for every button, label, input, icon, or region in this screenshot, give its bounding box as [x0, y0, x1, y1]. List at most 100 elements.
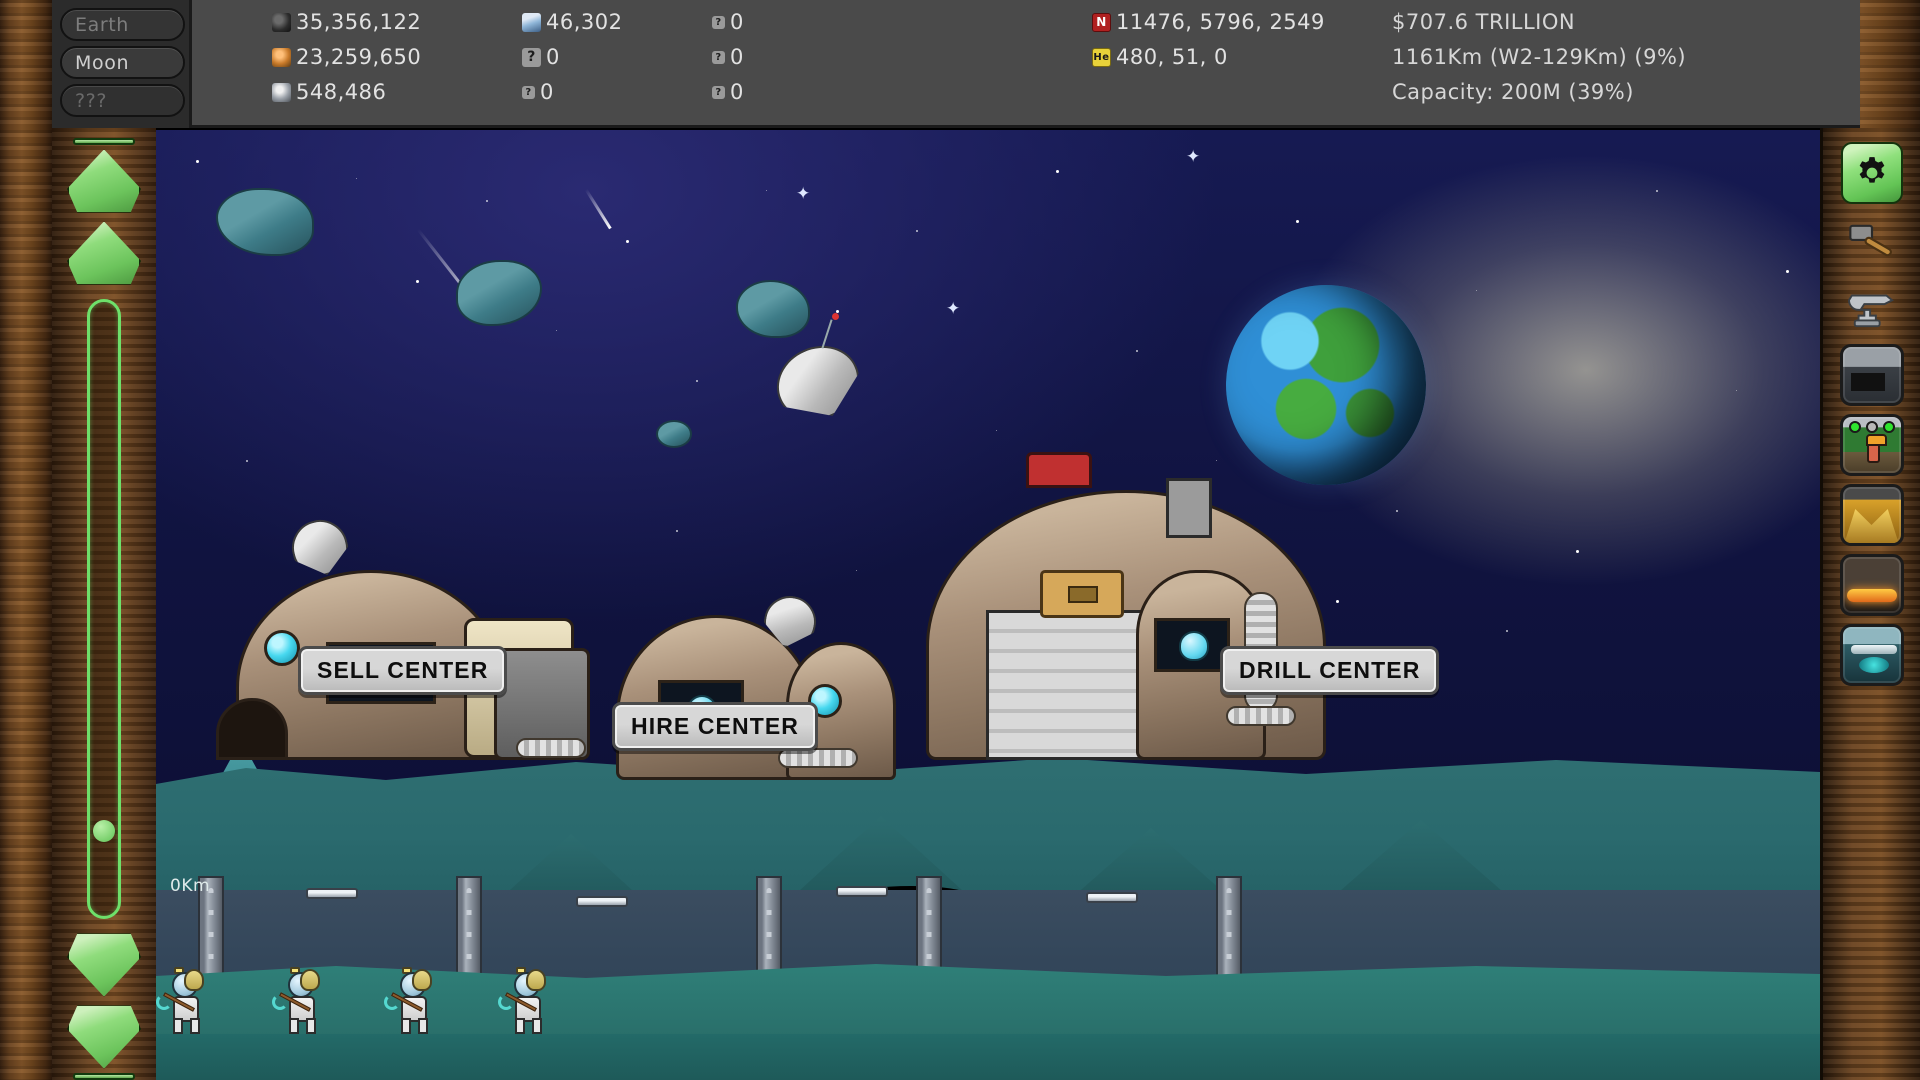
stats-column-gases: 11476, 5796, 2549 480, 51, 0	[1092, 9, 1325, 70]
planet-tab-list: Earth Moon ???	[52, 0, 192, 128]
stat-row: 11476, 5796, 2549	[1092, 9, 1325, 35]
game-viewport[interactable]: ✦ ✦ ✦ 0Km SELL CENTER HIRE CENTER DRILL …	[156, 128, 1820, 1080]
rail-cap-top	[73, 138, 135, 145]
drill-center-sign[interactable]: DRILL CENTER	[1220, 646, 1440, 695]
scroll-up-fast-button[interactable]	[67, 148, 141, 214]
unknown-resource-icon	[712, 85, 725, 99]
unknown-resource-icon	[522, 85, 535, 99]
star-sparkle-icon: ✦	[1186, 147, 1201, 166]
gem-ore-icon	[522, 12, 541, 32]
sell-center-sign[interactable]: SELL CENTER	[298, 646, 508, 695]
silver-ore-icon	[272, 82, 291, 102]
triangle-down-icon	[67, 1005, 141, 1069]
sell-center-building[interactable]	[216, 530, 590, 760]
settings-button[interactable]	[1840, 142, 1903, 204]
depth-slider-handle[interactable]	[93, 820, 115, 842]
stats-column-ores: 35,356,122 23,259,650 548,486	[272, 9, 421, 105]
stat-row: 35,356,122	[272, 9, 421, 35]
underground-layer-3	[156, 1034, 1820, 1080]
stat-value: 35,356,122	[296, 10, 422, 34]
depth-marker-label: 0Km	[170, 876, 211, 896]
unknown-resource-icon	[522, 47, 541, 67]
stat-value: 0	[546, 45, 560, 69]
status-lights	[1848, 421, 1895, 433]
drill-center-building[interactable]	[836, 452, 1396, 760]
worker-icon	[1865, 434, 1887, 463]
stat-value: 548,486	[296, 80, 387, 104]
star-sparkle-icon: ✦	[946, 299, 961, 318]
stat-value: 0	[730, 10, 744, 34]
triangle-down-icon	[67, 933, 141, 997]
stat-value: 0	[540, 80, 554, 104]
stat-row: 23,259,650	[272, 44, 421, 70]
stat-row: 0	[522, 44, 622, 70]
triangle-up-icon	[67, 149, 141, 213]
hammer-button[interactable]	[1841, 212, 1903, 270]
stat-row: 46,302	[522, 9, 622, 35]
comet-icon	[584, 188, 612, 230]
stat-value: 11476, 5796, 2549	[1116, 10, 1325, 34]
stat-row: 480, 51, 0	[1092, 44, 1325, 70]
factory-location-button[interactable]	[1839, 344, 1904, 406]
planet-tab-earth-label: Earth	[75, 13, 129, 36]
stats-column-unknown: 0 0 0	[712, 9, 744, 105]
game-window: Earth Moon ??? 35,356,122 23,259,650 548…	[0, 0, 1920, 1080]
stat-value: 480, 51, 0	[1116, 45, 1228, 69]
planet-tab-locked[interactable]: ???	[60, 84, 185, 117]
hammer-icon	[1848, 224, 1892, 257]
unknown-resource-icon	[712, 50, 725, 64]
resource-stats: 35,356,122 23,259,650 548,486 46,302 0 0…	[192, 0, 1860, 128]
gold-mine-location-button[interactable]	[1839, 484, 1904, 546]
hire-center-sign[interactable]: HIRE CENTER	[612, 702, 819, 751]
helium-icon	[1092, 47, 1111, 67]
scroll-down-fast-button[interactable]	[67, 1004, 141, 1070]
tool-rail	[1820, 128, 1920, 1080]
scroll-down-button[interactable]	[67, 932, 141, 998]
anvil-icon	[1847, 294, 1894, 328]
lava-cave-location-button[interactable]	[1839, 554, 1904, 616]
planet-tab-earth[interactable]: Earth	[60, 8, 185, 41]
money-total: $707.6 TRILLION	[1392, 10, 1576, 34]
miner-worker[interactable]	[498, 967, 550, 1034]
depth-slider[interactable]	[87, 299, 121, 919]
nitrogen-icon	[1092, 12, 1111, 32]
window-frame-left	[0, 0, 52, 1080]
triangle-up-icon	[67, 221, 141, 285]
stat-row: 548,486	[272, 79, 421, 105]
depth-scroll-rail	[52, 128, 156, 1080]
stat-value: 23,259,650	[296, 45, 422, 69]
stat-value: 46,302	[546, 10, 623, 34]
scroll-up-button[interactable]	[67, 220, 141, 286]
stat-row: 0	[712, 79, 744, 105]
planet-tab-moon-label: Moon	[75, 51, 130, 74]
stats-column-summary: $707.6 TRILLION 1161Km (W2-129Km) (9%) C…	[1392, 9, 1686, 105]
top-stats-bar: Earth Moon ??? 35,356,122 23,259,650 548…	[52, 0, 1860, 128]
stats-column-gems: 46,302 0 0	[522, 9, 622, 105]
moon-surface: 0Km	[156, 740, 1820, 1080]
stat-value: 0	[730, 45, 744, 69]
depth-readout: 1161Km (W2-129Km) (9%)	[1392, 45, 1687, 69]
planet-tab-locked-label: ???	[75, 89, 108, 112]
stat-row: 0	[712, 9, 744, 35]
miner-worker[interactable]	[384, 967, 436, 1034]
stat-row: 0	[712, 44, 744, 70]
planet-tab-moon[interactable]: Moon	[60, 46, 185, 79]
asteroid	[736, 280, 810, 338]
capacity-readout: Capacity: 200M (39%)	[1392, 80, 1634, 104]
hire-location-button[interactable]	[1839, 414, 1904, 476]
stat-value: 0	[730, 80, 744, 104]
coal-ore-icon	[272, 12, 291, 32]
earth-planet	[1226, 285, 1426, 485]
star-sparkle-icon: ✦	[796, 184, 811, 203]
anvil-button[interactable]	[1841, 278, 1903, 336]
copper-ore-icon	[272, 47, 291, 67]
stat-row: 0	[522, 79, 622, 105]
rail-cap-bottom	[73, 1073, 135, 1080]
miner-worker[interactable]	[272, 967, 324, 1034]
asteroid	[656, 420, 692, 448]
ice-cave-location-button[interactable]	[1839, 624, 1904, 686]
miner-worker[interactable]	[156, 967, 208, 1034]
gear-icon	[1859, 157, 1884, 183]
unknown-resource-icon	[712, 15, 725, 29]
satellite	[776, 313, 886, 405]
